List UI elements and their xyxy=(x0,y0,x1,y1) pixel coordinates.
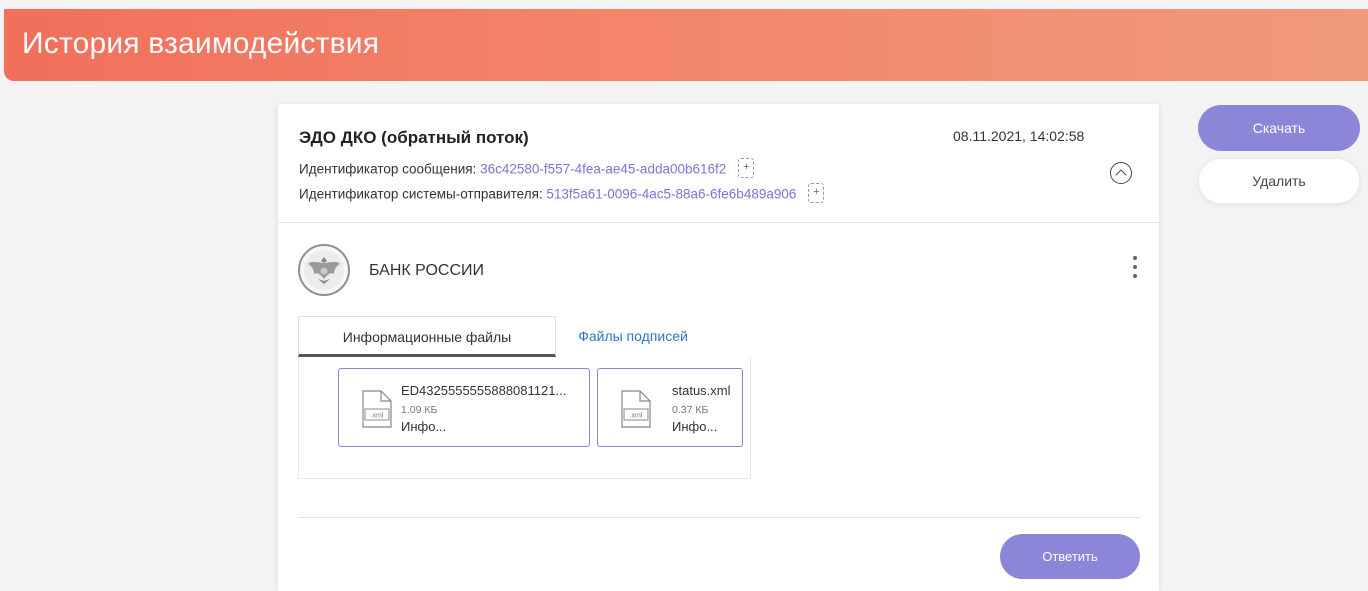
reply-button[interactable]: Ответить xyxy=(1000,534,1140,579)
tab-signature-files[interactable]: Файлы подписей xyxy=(563,316,703,357)
sender-id-value[interactable]: 513f5a61-0096-4ac5-88a6-6fe6b489a906 xyxy=(546,187,796,202)
message-title: ЭДО ДКО (обратный поток) xyxy=(299,128,529,147)
file-size: 0.37 КБ xyxy=(672,404,709,416)
message-id-label: Идентификатор сообщения: xyxy=(299,161,481,177)
svg-text:.xml: .xml xyxy=(371,413,384,420)
copy-icon[interactable] xyxy=(808,183,825,203)
divider xyxy=(298,517,1140,518)
message-date: 08.11.2021, 14:02:58 xyxy=(953,128,1085,144)
delete-button[interactable]: Удалить xyxy=(1198,158,1360,204)
files-panel: .xml ED4325555555888081121... 1.09 КБ Ин… xyxy=(298,357,751,479)
xml-file-icon: .xml xyxy=(621,390,651,428)
sender-id-label: Идентификатор системы-отправителя: xyxy=(299,186,547,202)
file-name: ED4325555555888081121... xyxy=(401,383,567,398)
message-id-row: Идентификатор сообщения: 36c42580-f557-4… xyxy=(299,158,755,180)
file-card[interactable]: .xml ED4325555555888081121... 1.09 КБ Ин… xyxy=(338,368,590,447)
divider xyxy=(278,222,1159,223)
file-name: status.xml xyxy=(672,383,731,398)
message-id-value[interactable]: 36c42580-f557-4fea-ae45-adda00b616f2 xyxy=(480,162,726,177)
svg-text:.xml: .xml xyxy=(630,413,643,420)
avatar xyxy=(298,244,350,296)
sender-id-row: Идентификатор системы-отправителя: 513f5… xyxy=(299,183,825,205)
page-title: История взаимодействия xyxy=(22,27,380,60)
download-button[interactable]: Скачать xyxy=(1198,105,1360,151)
message-card: ЭДО ДКО (обратный поток) Идентификатор с… xyxy=(278,104,1159,591)
eagle-emblem-icon xyxy=(304,250,344,290)
file-type: Инфо... xyxy=(672,419,718,434)
file-card[interactable]: .xml status.xml 0.37 КБ Инфо... xyxy=(597,368,743,447)
copy-icon[interactable] xyxy=(738,158,755,178)
organization-name: БАНК РОССИИ xyxy=(369,262,485,279)
file-type: Инфо... xyxy=(401,419,447,434)
xml-file-icon: .xml xyxy=(362,390,392,428)
file-size: 1.09 КБ xyxy=(401,404,438,416)
tab-info-files[interactable]: Информационные файлы xyxy=(298,316,556,357)
chevron-up-circle-icon[interactable] xyxy=(1110,162,1132,184)
kebab-menu-icon[interactable] xyxy=(1131,256,1139,282)
page-header: История взаимодействия xyxy=(4,9,1368,81)
